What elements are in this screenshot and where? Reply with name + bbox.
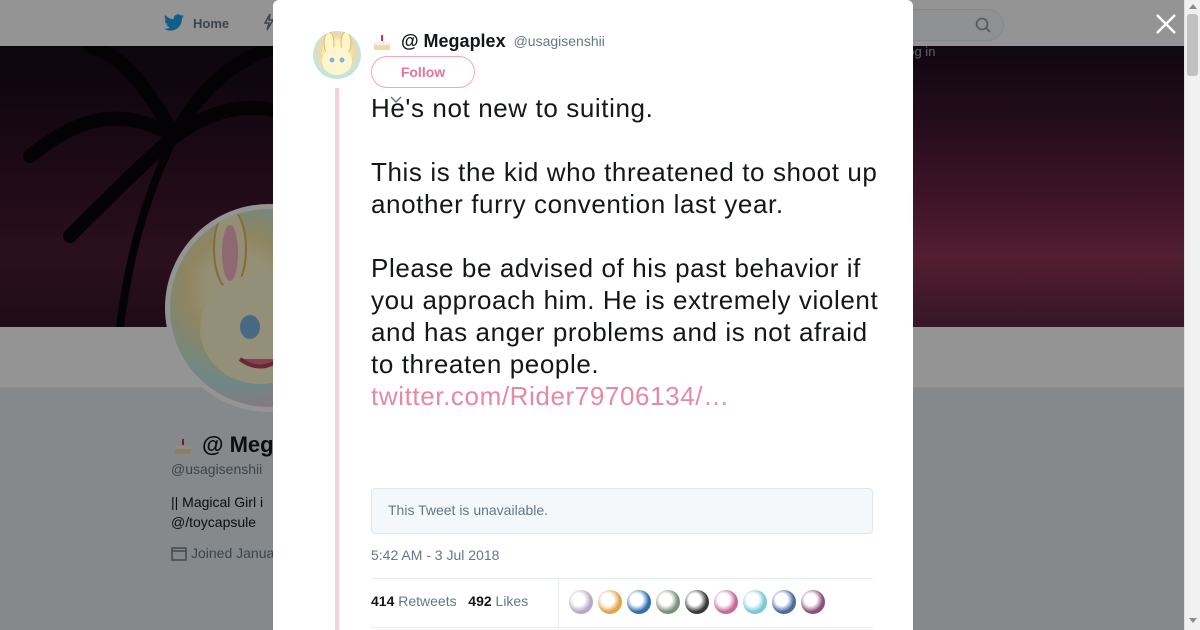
close-icon[interactable]	[1154, 12, 1178, 36]
liker-avatar[interactable]	[598, 590, 622, 614]
liker-avatar[interactable]	[685, 590, 709, 614]
tweet-body: He's not new to suiting. This is the kid…	[371, 93, 879, 379]
tweet-timestamp[interactable]: 5:42 AM - 3 Jul 2018	[371, 547, 499, 563]
liker-avatar[interactable]	[714, 590, 738, 614]
liker-avatar[interactable]	[569, 590, 593, 614]
page-scrollbar[interactable]	[1184, 0, 1200, 630]
scroll-up-arrow[interactable]	[1189, 4, 1197, 9]
quote-unavailable-text: This Tweet is unavailable.	[388, 502, 549, 518]
likes-count[interactable]: 492	[468, 593, 491, 609]
follow-button[interactable]: Follow	[371, 56, 475, 88]
liker-avatar[interactable]	[772, 590, 796, 614]
tweet-author-name[interactable]: @ Megaplex	[401, 31, 506, 52]
scroll-down-arrow[interactable]	[1189, 618, 1197, 623]
liker-avatar[interactable]	[627, 590, 651, 614]
tweet-text: He's not new to suiting. This is the kid…	[371, 92, 881, 412]
tweet-author-handle[interactable]: @usagisenshii	[514, 33, 605, 49]
tweet-link[interactable]: twitter.com/Rider79706134/…	[371, 381, 730, 411]
retweets-label[interactable]: Retweets	[398, 593, 456, 609]
quoted-tweet-unavailable: This Tweet is unavailable.	[371, 488, 873, 534]
stat-counts: 414 Retweets 492 Likes	[371, 593, 528, 609]
liker-avatars	[569, 590, 825, 614]
retweets-count[interactable]: 414	[371, 593, 394, 609]
stat-divider	[558, 579, 559, 627]
liker-avatar[interactable]	[801, 590, 825, 614]
cake-icon	[374, 35, 390, 50]
liker-avatar[interactable]	[743, 590, 767, 614]
tweet-header: @ Megaplex @usagisenshii	[371, 30, 605, 52]
liker-avatar[interactable]	[656, 590, 680, 614]
tweet-avatar[interactable]	[313, 31, 361, 79]
tweet-stats: 414 Retweets 492 Likes	[371, 578, 873, 628]
thread-line	[335, 88, 339, 630]
tweet-avatar-art	[322, 31, 352, 75]
tweet-modal: @ Megaplex @usagisenshii Follow He's not…	[273, 0, 913, 630]
likes-label[interactable]: Likes	[496, 593, 529, 609]
scroll-thumb[interactable]	[1187, 14, 1198, 76]
